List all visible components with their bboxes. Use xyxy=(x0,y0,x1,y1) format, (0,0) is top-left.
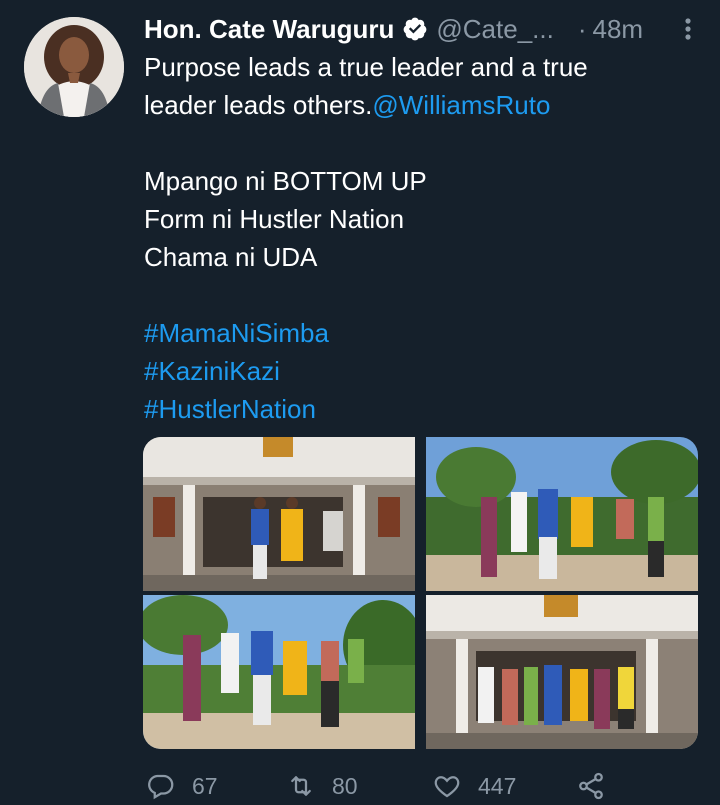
like-count: 447 xyxy=(478,772,517,799)
tweet-line: Mpango ni BOTTOM UP xyxy=(144,166,427,196)
reply-count: 67 xyxy=(192,772,218,799)
tweet-line-text: leader leads others. xyxy=(144,90,373,120)
photo-4[interactable] xyxy=(426,595,698,749)
tweet-text: Purpose leads a true leader and a true l… xyxy=(144,48,704,428)
tweet-timestamp[interactable]: 48m xyxy=(593,14,644,45)
reply-icon xyxy=(148,774,174,800)
like-button[interactable]: 447 xyxy=(432,768,516,804)
hashtag-link[interactable]: #KaziniKazi xyxy=(144,352,704,390)
more-options-icon[interactable] xyxy=(677,16,699,42)
share-icon xyxy=(579,772,603,800)
tweet-line: Form ni Hustler Nation xyxy=(144,204,405,234)
reply-button[interactable]: 67 xyxy=(146,768,218,804)
hashtag-link[interactable]: #HustlerNation xyxy=(144,390,704,428)
header-separator: · xyxy=(577,13,587,44)
retweet-button[interactable]: 80 xyxy=(286,768,358,804)
avatar[interactable] xyxy=(24,17,124,117)
author-handle[interactable]: @Cate_... xyxy=(436,14,553,45)
verified-badge-icon xyxy=(404,17,427,41)
retweet-count: 80 xyxy=(332,772,358,799)
hashtag-link[interactable]: #MamaNiSimba xyxy=(144,314,704,352)
tweet-header: Hon. Cate Waruguru @Cate_... · 48m xyxy=(144,12,699,46)
tweet-actions: 67 80 447 xyxy=(146,768,616,804)
tweet[interactable]: Hon. Cate Waruguru @Cate_... · 48m Purpo… xyxy=(0,0,720,805)
photo-1[interactable] xyxy=(143,437,415,591)
tweet-line: leader leads others.@WilliamsRuto xyxy=(144,86,704,124)
tweet-line: Purpose leads a true leader and a true xyxy=(144,52,588,82)
heart-icon xyxy=(434,776,460,798)
author-name[interactable]: Hon. Cate Waruguru xyxy=(144,14,394,45)
mention-link[interactable]: @WilliamsRuto xyxy=(372,90,550,120)
tweet-line: Chama ni UDA xyxy=(144,242,318,272)
retweet-icon xyxy=(291,776,311,796)
photo-2[interactable] xyxy=(426,437,698,591)
media-grid xyxy=(143,437,698,749)
photo-3[interactable] xyxy=(143,595,415,749)
share-button[interactable] xyxy=(576,768,606,804)
